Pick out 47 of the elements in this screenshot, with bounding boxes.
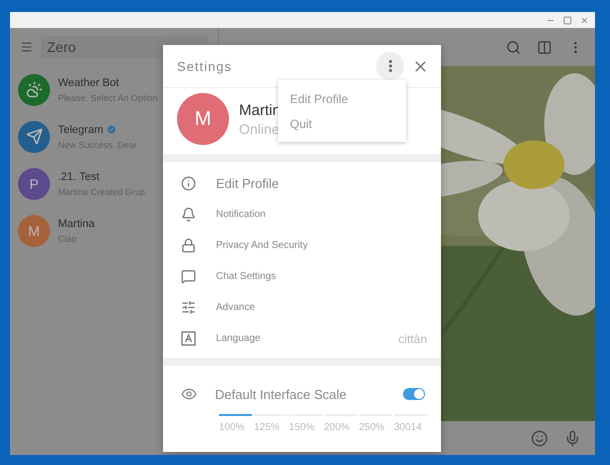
side-panel-icon[interactable] — [537, 40, 552, 54]
settings-item[interactable]: Privacy And Security — [163, 230, 441, 261]
avatar: M — [18, 214, 50, 246]
scale-label: Default Interface Scale — [215, 386, 348, 402]
avatar: P — [18, 168, 50, 200]
settings-item[interactable]: Advance — [163, 292, 441, 323]
settings-label: Privacy And Security — [216, 240, 309, 251]
search-icon[interactable] — [506, 40, 521, 54]
sliders-icon — [181, 300, 196, 315]
close-icon[interactable] — [580, 16, 589, 24]
chat-name: Martina — [58, 218, 95, 230]
scale-option[interactable]: 200% — [324, 414, 357, 433]
chat-bubble-icon — [181, 269, 196, 284]
settings-label: Advance — [216, 302, 256, 313]
settings-label: Language — [216, 333, 262, 344]
settings-label: Notification — [216, 209, 266, 220]
scale-option[interactable]: 250% — [359, 414, 392, 433]
settings-label: Edit Profile — [216, 176, 280, 191]
scale-toggle[interactable] — [403, 388, 425, 400]
scale-option[interactable]: 30014 — [394, 414, 427, 433]
settings-item[interactable]: Chat Settings — [163, 261, 441, 292]
more-icon — [388, 60, 392, 72]
profile-status: Online — [239, 120, 280, 136]
scale-option[interactable]: 150% — [289, 414, 322, 433]
settings-item[interactable]: Edit Profile — [163, 168, 441, 199]
scale-option[interactable]: 100% — [219, 414, 252, 433]
eye-icon — [181, 386, 197, 402]
bell-icon — [181, 207, 196, 222]
scale-option[interactable]: 125% — [254, 414, 287, 433]
menu-item[interactable]: Quit — [278, 111, 406, 136]
chat-name: .21. Test — [58, 170, 100, 182]
menu-item[interactable]: Edit Profile — [278, 86, 406, 111]
settings-label: Chat Settings — [216, 271, 278, 282]
lock-icon — [181, 238, 196, 253]
chat-name: Telegram — [58, 124, 104, 136]
microphone-icon[interactable] — [564, 430, 581, 446]
settings-item[interactable]: Notification — [163, 199, 441, 230]
chat-name: Weather Bot — [58, 76, 119, 88]
profile-avatar: M — [177, 93, 229, 145]
info-icon — [181, 176, 196, 191]
settings-value: cittàn — [398, 332, 427, 346]
dialog-title: Settings — [177, 58, 233, 74]
letter-a-icon — [181, 331, 196, 346]
settings-item[interactable]: Language cittàn — [163, 323, 441, 354]
emoji-icon[interactable] — [531, 430, 548, 446]
maximize-icon[interactable] — [563, 16, 572, 24]
more-button[interactable] — [376, 52, 404, 80]
